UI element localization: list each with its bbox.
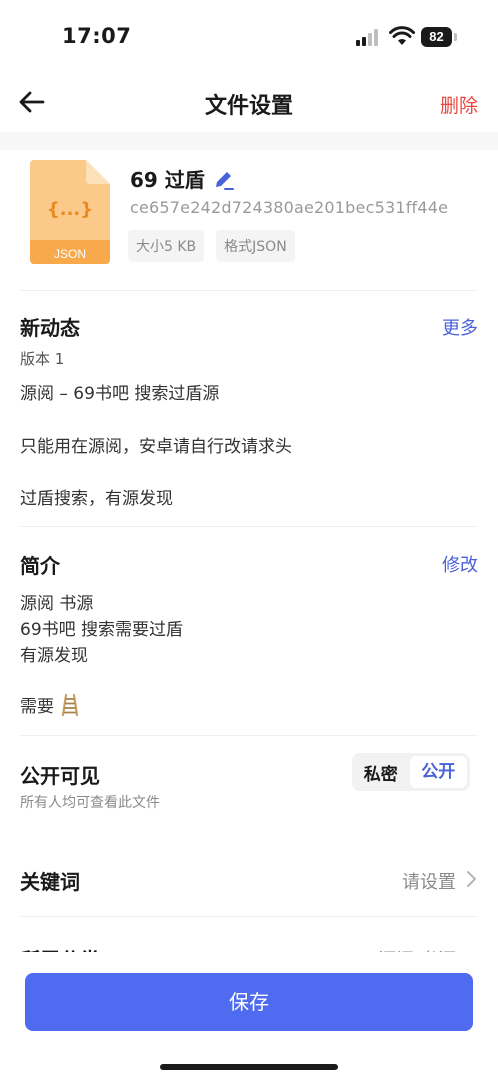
save-button[interactable]: 保存 — [25, 973, 473, 1031]
delete-button[interactable]: 删除 — [440, 91, 478, 118]
visibility-toggle: 私密 公开 — [352, 753, 470, 791]
update-line: 源阅 – 69书吧 搜索过盾源 — [20, 384, 220, 404]
status-time: 17:07 — [62, 24, 132, 48]
private-option[interactable]: 私密 — [352, 760, 410, 785]
keywords-value: 请设置 — [402, 872, 456, 893]
updates-title: 新动态 — [20, 316, 80, 340]
edit-pencil-icon[interactable] — [213, 168, 235, 190]
edit-intro-button[interactable]: 修改 — [442, 551, 478, 577]
file-name: 69 过盾 — [130, 168, 205, 192]
file-size-tag: 大小5 KB — [128, 230, 205, 262]
intro-need-text: 需要 — [20, 697, 54, 717]
divider — [20, 290, 478, 291]
divider — [20, 916, 478, 917]
page-title: 文件设置 — [204, 94, 293, 119]
bottom-bar: 保存 — [0, 952, 498, 1080]
visibility-hint: 所有人均可查看此文件 — [20, 795, 160, 811]
nav-bar: 文件设置 删除 — [0, 72, 498, 132]
file-format-tag: 格式JSON — [216, 230, 295, 262]
battery-level: 82 — [421, 27, 452, 47]
more-button[interactable]: 更多 — [442, 314, 478, 340]
intro-line: 69书吧 搜索需要过盾 — [20, 620, 184, 640]
intro-line: 有源发现 — [20, 646, 88, 666]
file-tags: 大小5 KB 格式JSON — [128, 230, 295, 262]
file-icon-label: JSON — [54, 247, 86, 261]
file-icon-glyph: {...} — [47, 199, 93, 220]
battery-icon: 82 — [421, 27, 457, 47]
update-line: 只能用在源阅，安卓请自行改请求头 — [20, 437, 292, 457]
home-indicator — [160, 1064, 338, 1070]
version-label: 版本 1 — [20, 350, 65, 368]
status-bar: 17:07 82 — [0, 0, 498, 72]
json-file-icon: {...} JSON — [30, 160, 110, 264]
file-name-row: 69 过盾 — [130, 164, 235, 193]
visibility-title: 公开可见 — [20, 764, 100, 788]
divider — [20, 526, 478, 527]
ladder-icon — [62, 694, 79, 716]
file-header: {...} JSON 69 过盾 ce657e242d724380ae201be… — [0, 150, 498, 290]
chevron-right-icon — [467, 871, 476, 887]
cellular-signal-icon — [356, 28, 382, 46]
wifi-icon — [389, 26, 415, 45]
section-gap — [0, 132, 498, 150]
file-hash: ce657e242d724380ae201bec531ff44e — [130, 198, 449, 217]
intro-title: 简介 — [20, 554, 60, 578]
intro-line: 源阅 书源 — [20, 594, 94, 614]
public-option[interactable]: 公开 — [409, 756, 467, 788]
update-line: 过盾搜索，有源发现 — [20, 489, 173, 509]
divider — [20, 735, 478, 736]
keywords-title: 关键词 — [20, 870, 80, 894]
intro-need-line: 需要 — [20, 692, 79, 717]
